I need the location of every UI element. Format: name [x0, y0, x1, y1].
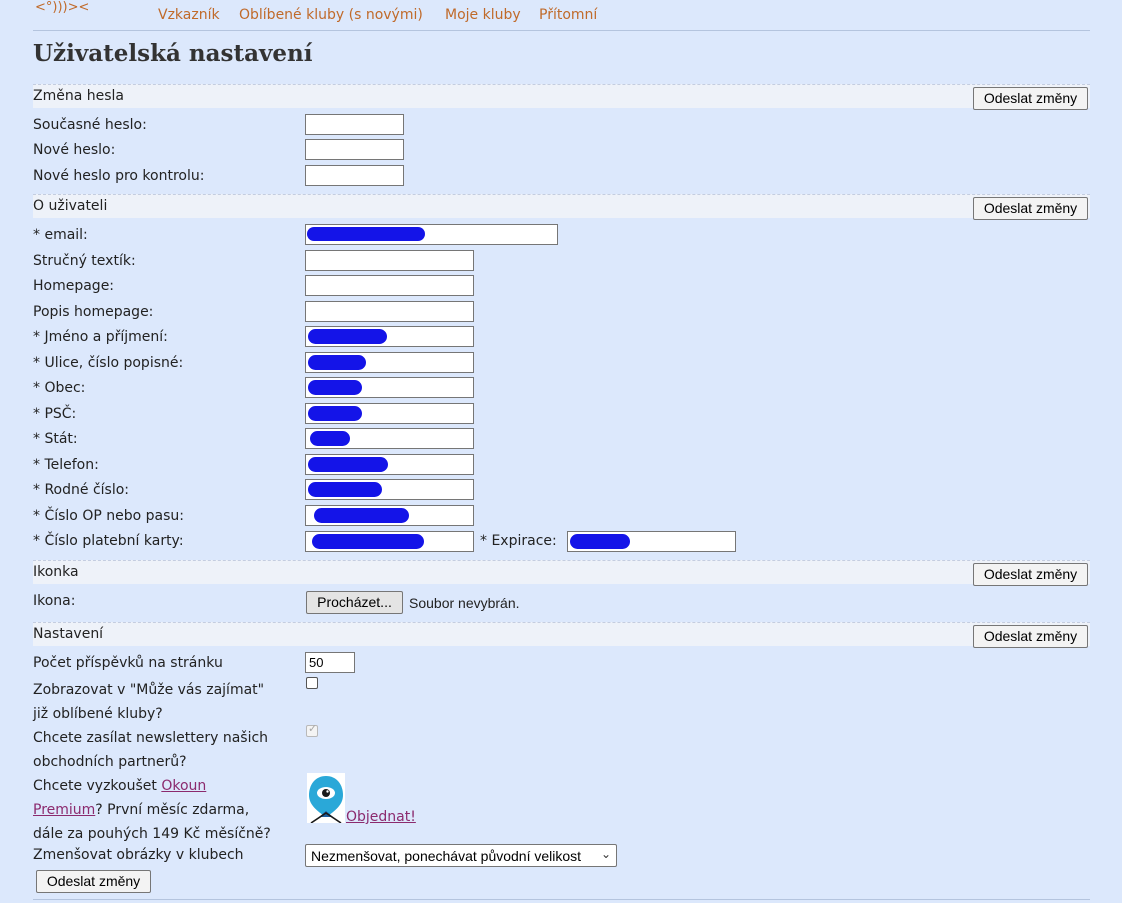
nav-link-my-clubs[interactable]: Moje kluby: [445, 7, 521, 23]
redaction-mark: [308, 457, 388, 472]
redaction-mark: [314, 508, 409, 523]
id-card-label: * Číslo OP nebo pasu:: [33, 508, 184, 524]
label-line: obchodních partnerů?: [33, 754, 187, 770]
confirm-password-input[interactable]: [305, 165, 404, 186]
icon-label: Ikona:: [33, 593, 76, 609]
email-label: * email:: [33, 227, 88, 243]
nav-link-favorite-clubs[interactable]: Oblíbené kluby (s novými): [239, 7, 423, 23]
city-label: * Obec:: [33, 380, 86, 396]
redaction-mark: [308, 406, 362, 421]
chevron-down-icon: ⌄: [600, 847, 611, 861]
country-label: * Stát:: [33, 431, 78, 447]
user-section-header: O uživateli: [33, 194, 1090, 218]
label-line: Zobrazovat v "Může vás zajímat": [33, 682, 265, 698]
shrink-images-select[interactable]: Nezmenšovat, ponechávat původní velikost…: [305, 844, 617, 867]
posts-per-page-label: Počet příspěvků na stránku: [33, 655, 223, 671]
show-favorites-checkbox[interactable]: [306, 677, 318, 689]
premium-text: Chcete vyzkoušet: [33, 778, 162, 794]
password-section-header: Změna hesla: [33, 84, 1090, 108]
redaction-mark: [312, 534, 424, 549]
homepage-field[interactable]: [305, 275, 474, 296]
section-title: Změna hesla: [33, 88, 124, 104]
section-title: Ikonka: [33, 564, 79, 580]
confirm-password-label: Nové heslo pro kontrolu:: [33, 168, 205, 184]
homepage-label: Homepage:: [33, 278, 115, 294]
street-label: * Ulice, číslo popisné:: [33, 355, 184, 371]
page-title: Uživatelská nastavení: [33, 40, 313, 67]
premium-offer-text: Chcete vyzkoušet Okoun Premium? První mě…: [33, 774, 271, 846]
current-password-label: Současné heslo:: [33, 117, 147, 133]
selected-option: Nezmenšovat, ponechávat původní velikost: [311, 848, 582, 864]
redaction-mark: [570, 534, 630, 549]
submit-bottom-button[interactable]: Odeslat změny: [36, 870, 151, 893]
browse-file-button[interactable]: Procházet...: [306, 591, 403, 614]
shrink-images-label: Zmenšovat obrázky v klubech: [33, 847, 244, 863]
label-line: dále za pouhých 149 Kč měsíčně?: [33, 826, 271, 842]
redaction-mark: [308, 329, 387, 344]
full-name-label: * Jméno a příjmení:: [33, 329, 168, 345]
homepage-description-label: Popis homepage:: [33, 304, 154, 320]
label-line: Premium? První měsíc zdarma,: [33, 798, 271, 822]
new-password-label: Nové heslo:: [33, 142, 116, 158]
short-text-field[interactable]: [305, 250, 474, 271]
postal-code-label: * PSČ:: [33, 406, 77, 422]
birth-number-label: * Rodné číslo:: [33, 482, 129, 498]
icon-section-header: Ikonka: [33, 560, 1090, 584]
redaction-mark: [310, 431, 350, 446]
homepage-description-field[interactable]: [305, 301, 474, 322]
section-title: O uživateli: [33, 198, 108, 214]
short-text-label: Stručný textík:: [33, 253, 136, 269]
site-logo[interactable]: <°)))><: [35, 0, 89, 15]
card-number-label: * Číslo platební karty:: [33, 533, 184, 549]
redaction-mark: [308, 380, 362, 395]
submit-user-button[interactable]: Odeslat změny: [973, 197, 1088, 220]
newsletter-checkbox[interactable]: [306, 722, 318, 737]
expiration-label: * Expirace:: [480, 533, 557, 549]
current-password-input[interactable]: [305, 114, 404, 135]
bottom-divider: [33, 899, 1090, 900]
nav-link-online-users[interactable]: Přítomní: [539, 7, 597, 23]
redaction-mark: [308, 355, 366, 370]
premium-link-continued[interactable]: Premium: [33, 802, 95, 818]
newsletter-label: Chcete zasílat newslettery našich obchod…: [33, 726, 268, 774]
label-line: Chcete zasílat newslettery našich: [33, 730, 269, 746]
settings-section-header: Nastavení: [33, 622, 1090, 646]
show-favorites-label: Zobrazovat v "Může vás zajímat" již oblí…: [33, 678, 264, 726]
okoun-fish-icon[interactable]: [307, 773, 345, 823]
order-premium-link[interactable]: Objednat!: [346, 809, 416, 825]
premium-link[interactable]: Okoun: [161, 778, 206, 794]
phone-label: * Telefon:: [33, 457, 99, 473]
label-line: již oblíbené kluby?: [33, 706, 163, 722]
label-line: Chcete vyzkoušet Okoun: [33, 774, 271, 798]
top-navigation: <°)))>< Vzkazník Oblíbené kluby (s novým…: [0, 0, 1122, 31]
submit-password-button[interactable]: Odeslat změny: [973, 87, 1088, 110]
redaction-mark: [307, 227, 425, 241]
submit-icon-button[interactable]: Odeslat změny: [973, 563, 1088, 586]
redaction-mark: [308, 482, 382, 497]
premium-text: ? První měsíc zdarma,: [95, 802, 250, 818]
new-password-input[interactable]: [305, 139, 404, 160]
submit-settings-button[interactable]: Odeslat změny: [973, 625, 1088, 648]
section-title: Nastavení: [33, 626, 104, 642]
no-file-selected-text: Soubor nevybrán.: [409, 595, 520, 611]
posts-per-page-input[interactable]: [305, 652, 355, 673]
nav-divider: [33, 30, 1090, 31]
nav-link-vzkaznik[interactable]: Vzkazník: [158, 7, 220, 23]
